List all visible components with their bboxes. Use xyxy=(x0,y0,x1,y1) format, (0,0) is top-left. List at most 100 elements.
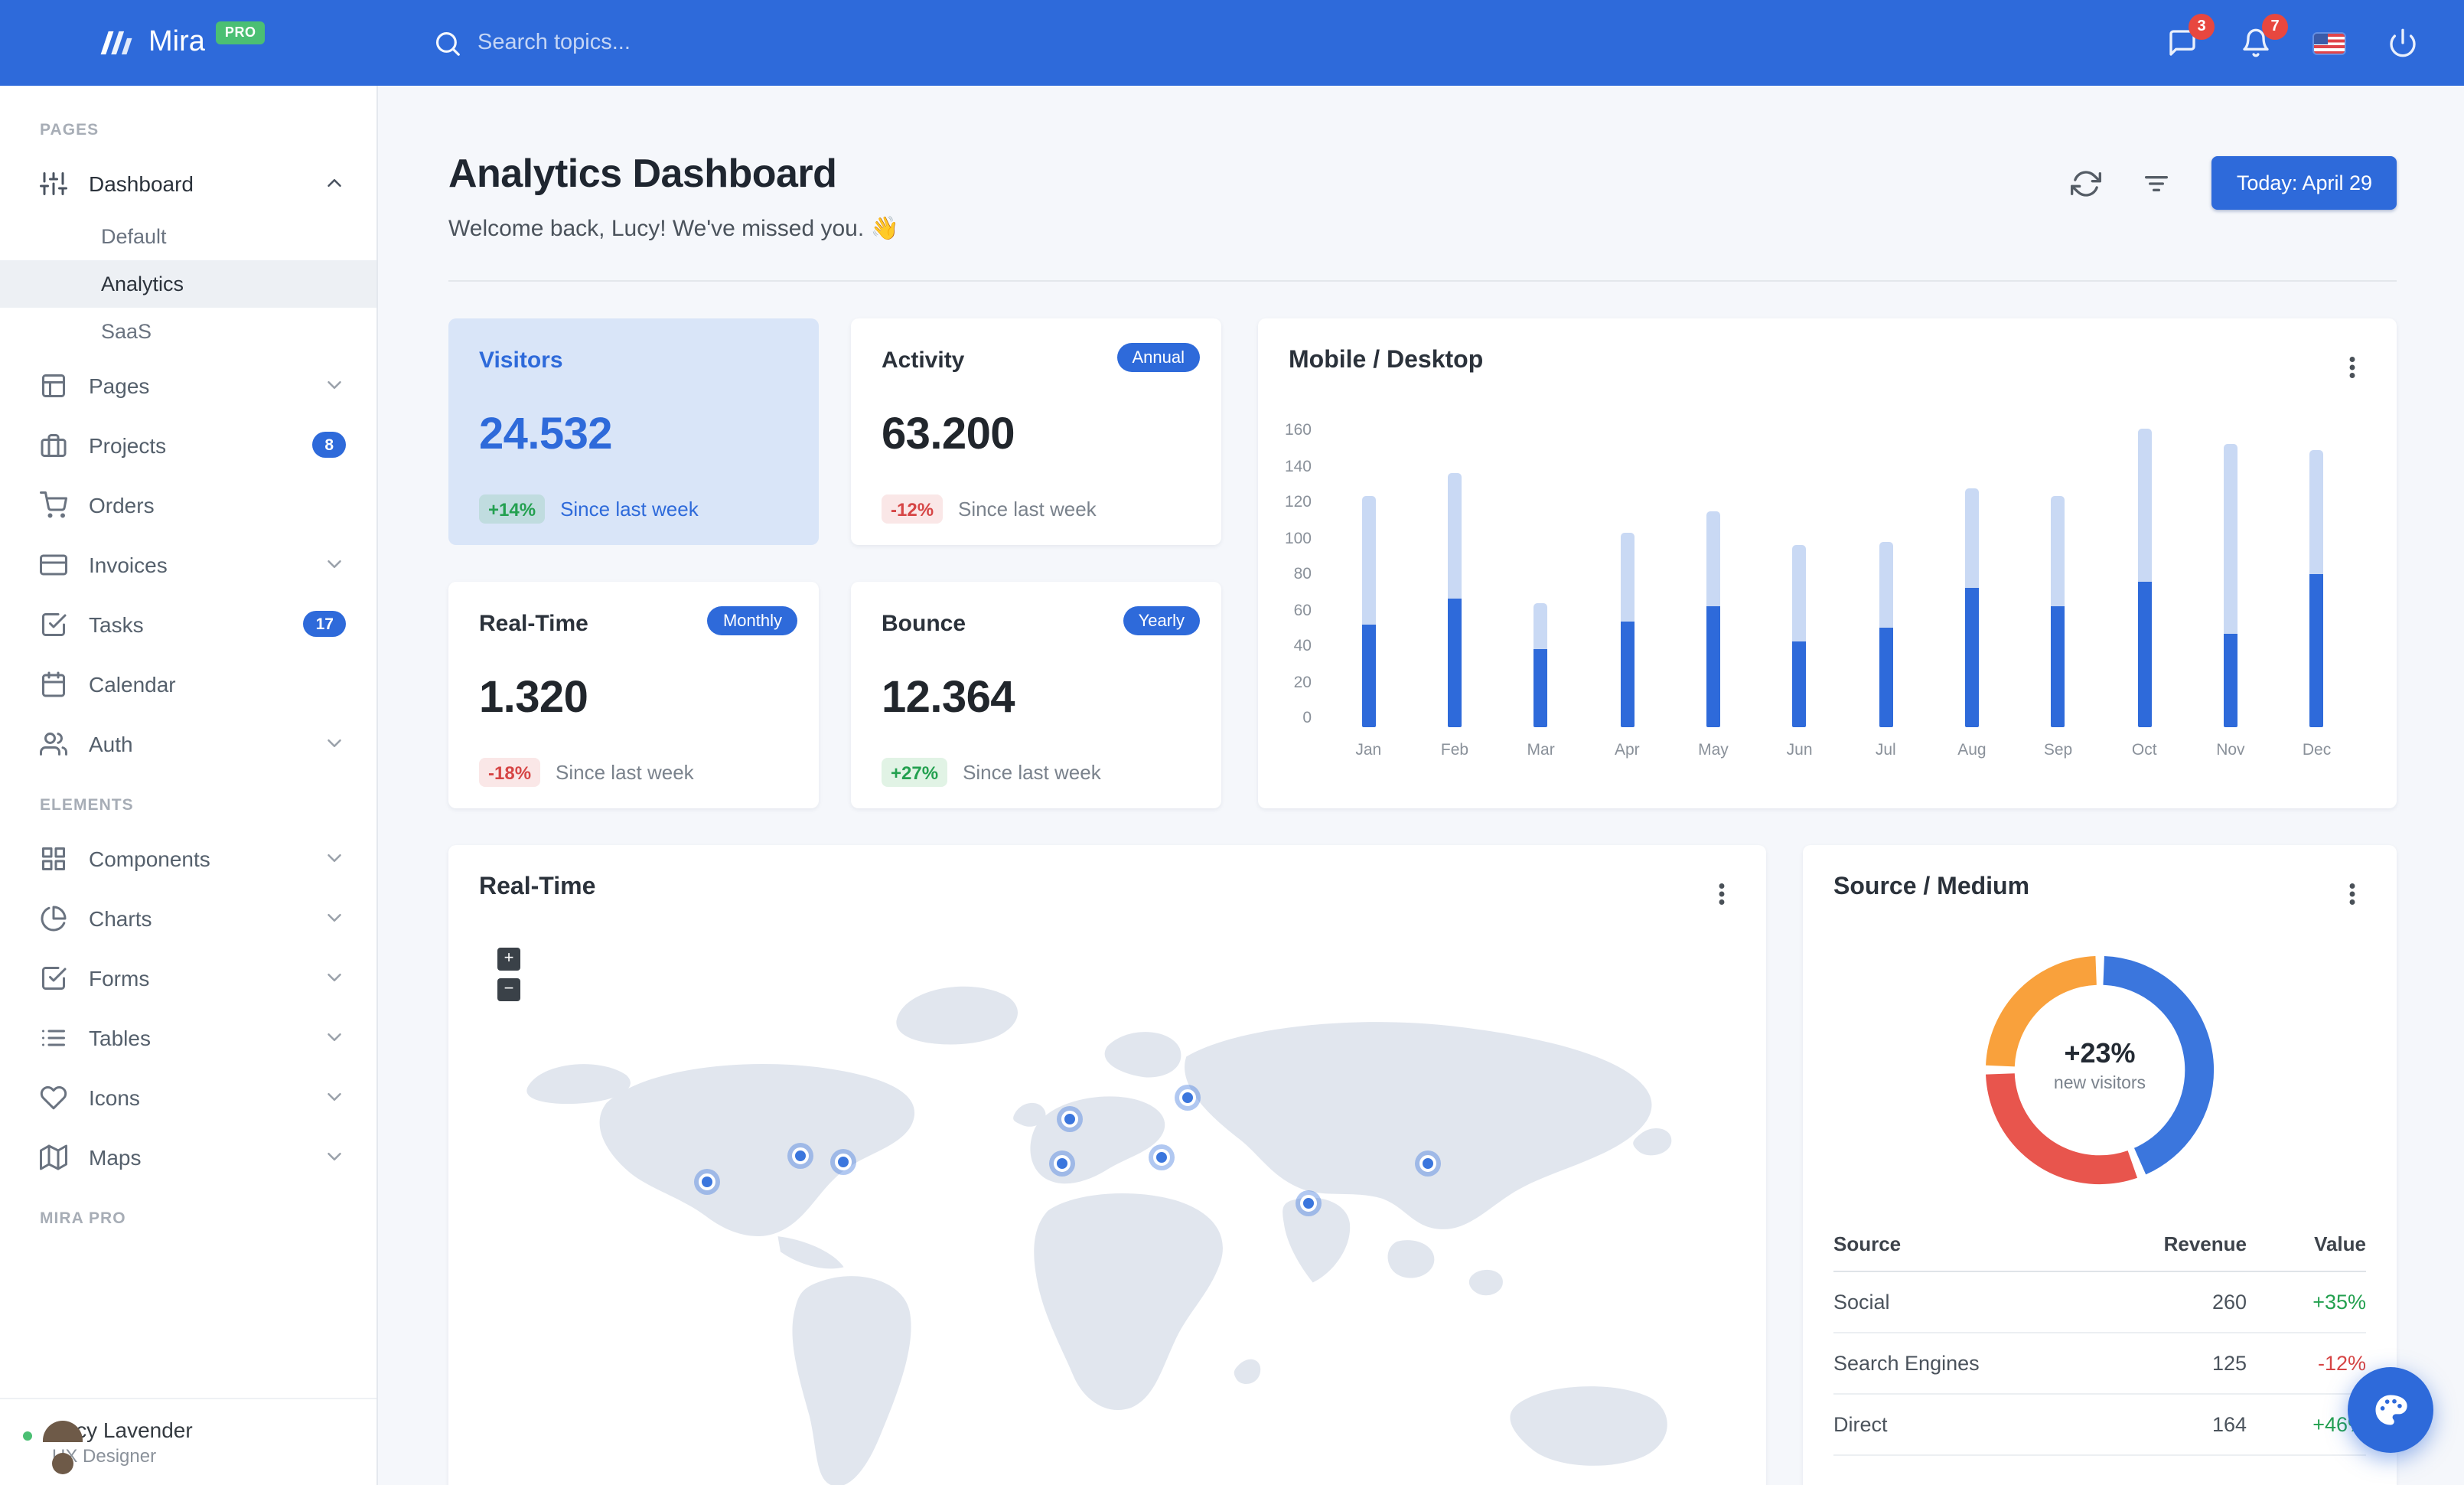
sidebar-count-badge: 8 xyxy=(312,432,346,458)
chevron-down-icon xyxy=(328,974,341,981)
bar-jan[interactable] xyxy=(1325,421,1412,727)
sidebar-item-pages[interactable]: Pages xyxy=(0,355,376,415)
filter-button[interactable] xyxy=(2136,162,2179,204)
us-flag-icon xyxy=(2314,33,2345,53)
sidebar-item-label: Icons xyxy=(89,1085,140,1109)
stat-delta-badge: +27% xyxy=(882,758,948,787)
stat-delta-badge: -18% xyxy=(479,758,541,787)
sidebar-item-maps[interactable]: Maps xyxy=(0,1127,376,1186)
sidebar-item-components[interactable]: Components xyxy=(0,828,376,888)
pie-chart-icon xyxy=(41,905,67,931)
zoom-in-button[interactable]: + xyxy=(497,948,520,971)
messages-button[interactable]: 3 xyxy=(2164,14,2215,61)
navbar-actions: 3 7 xyxy=(2164,14,2464,61)
zoom-out-button[interactable]: − xyxy=(497,978,520,1001)
map-menu-button[interactable] xyxy=(1702,874,1742,914)
sidebar-subitem-analytics[interactable]: Analytics xyxy=(0,260,376,308)
stat-period-badge[interactable]: Monthly xyxy=(707,606,797,635)
calendar-icon xyxy=(42,671,65,697)
language-flag-button[interactable] xyxy=(2311,30,2348,56)
logout-button[interactable] xyxy=(2384,24,2421,61)
chart-menu-button[interactable] xyxy=(2332,348,2372,387)
map-marker-india[interactable] xyxy=(1300,1194,1318,1212)
sidebar-item-auth[interactable]: Auth xyxy=(0,713,376,773)
bar-mar[interactable] xyxy=(1498,421,1584,727)
sidebar-item-invoices[interactable]: Invoices xyxy=(0,534,376,594)
bar-apr[interactable] xyxy=(1584,421,1670,727)
source-row-direct[interactable]: Direct 164 +46% xyxy=(1833,1394,2366,1456)
sidebar-item-forms[interactable]: Forms xyxy=(0,948,376,1007)
map-marker-northern-europe[interactable] xyxy=(1061,1110,1078,1128)
theme-settings-button[interactable] xyxy=(2348,1367,2433,1453)
stat-value: 24.532 xyxy=(479,410,613,459)
stat-card-visitors[interactable]: Visitors 24.532 +14% Since last week xyxy=(448,318,819,545)
search-input[interactable] xyxy=(477,31,845,55)
sidebar-item-orders[interactable]: Orders xyxy=(0,475,376,534)
stat-period-badge[interactable]: Annual xyxy=(1116,343,1200,372)
sidebar-item-charts[interactable]: Charts xyxy=(0,888,376,948)
pro-badge: PRO xyxy=(215,21,266,44)
map-marker-china[interactable] xyxy=(1419,1154,1436,1172)
sidebar-user[interactable]: Lucy Lavender UX Designer xyxy=(0,1398,376,1485)
map-marker-chicago[interactable] xyxy=(835,1153,852,1170)
sidebar-item-tables[interactable]: Tables xyxy=(0,1007,376,1067)
map-marker-san-francisco[interactable] xyxy=(698,1173,715,1191)
realtime-map-card: Real-Time + − xyxy=(448,845,1766,1485)
stat-value: 12.364 xyxy=(882,674,1015,723)
bar-dec[interactable] xyxy=(2273,421,2360,727)
x-tick-label: Dec xyxy=(2302,741,2332,759)
bar-feb[interactable] xyxy=(1412,421,1498,727)
source-name: Direct xyxy=(1833,1394,2106,1456)
bar-chart: 160 140 120 100 80 60 40 20 0 Jan Feb Mar Apr May Jun… xyxy=(1258,397,2397,808)
sidebar-item-calendar[interactable]: Calendar xyxy=(0,654,376,713)
bar-jul[interactable] xyxy=(1843,421,1929,727)
map-marker-eastern-europe[interactable] xyxy=(1152,1149,1170,1167)
date-range-button[interactable]: Today: April 29 xyxy=(2211,156,2397,210)
map-marker-russia[interactable] xyxy=(1179,1088,1197,1106)
source-row-social[interactable]: Social 260 +35% xyxy=(1833,1271,2366,1333)
sidebar-item-tasks[interactable]: Tasks 17 xyxy=(0,594,376,654)
map-marker-western-europe[interactable] xyxy=(1054,1154,1071,1172)
bar-may[interactable] xyxy=(1670,421,1757,727)
sidebar-item-dashboard[interactable]: Dashboard xyxy=(0,153,376,213)
bar-oct[interactable] xyxy=(2101,421,2188,727)
brand[interactable]: Mira PRO xyxy=(0,21,378,63)
source-value: +35% xyxy=(2247,1271,2366,1333)
stat-card-bounce[interactable]: Bounce Yearly 12.364 +27% Since last week xyxy=(851,582,1221,808)
source-row-search-engines[interactable]: Search Engines 125 -12% xyxy=(1833,1333,2366,1395)
bar-nov[interactable] xyxy=(2188,421,2274,727)
sliders-icon xyxy=(40,171,67,194)
sidebar-subitem-saas[interactable]: SaaS xyxy=(0,308,376,355)
sidebar-section-pages: PAGES xyxy=(40,121,99,139)
bar-jun[interactable] xyxy=(1756,421,1843,727)
sidebar-subitem-default[interactable]: Default xyxy=(0,213,376,260)
notifications-button[interactable]: 7 xyxy=(2237,14,2288,61)
sidebar-item-label: Orders xyxy=(89,492,155,517)
sidebar-item-label: Charts xyxy=(89,906,152,930)
bar-sep[interactable] xyxy=(2015,421,2101,727)
more-vertical-icon xyxy=(1719,883,1725,905)
source-menu-button[interactable] xyxy=(2332,874,2372,914)
mira-logo-icon xyxy=(100,31,132,55)
more-vertical-icon xyxy=(2349,357,2355,378)
refresh-button[interactable] xyxy=(2065,162,2108,204)
page-subtitle: Welcome back, Lucy! We've missed you. 👋 xyxy=(448,216,899,242)
stat-delta-badge: -12% xyxy=(882,494,944,524)
bar-segment-mobile xyxy=(1706,606,1720,727)
bar-segment-mobile xyxy=(2137,582,2152,727)
source-col-revenue: Revenue xyxy=(2106,1217,2247,1272)
stat-card-activity[interactable]: Activity Annual 63.200 -12% Since last week xyxy=(851,318,1221,545)
sidebar-item-projects[interactable]: Projects 8 xyxy=(0,415,376,475)
source-name: Social xyxy=(1833,1271,2106,1333)
stat-period-badge[interactable]: Yearly xyxy=(1123,606,1200,635)
bar-aug[interactable] xyxy=(1929,421,2016,727)
sidebar-count-badge: 17 xyxy=(303,611,346,637)
x-tick-label: Jun xyxy=(1786,741,1813,759)
sidebar-item-icons[interactable]: Icons xyxy=(0,1067,376,1127)
stat-card-real-time[interactable]: Real-Time Monthly 1.320 -18% Since last week xyxy=(448,582,819,808)
chevron-up-icon xyxy=(328,179,341,187)
bar-segment-mobile xyxy=(1361,624,1376,727)
bar-segment-mobile xyxy=(2051,606,2065,727)
notifications-count-badge: 7 xyxy=(2262,14,2288,40)
map-marker-denver[interactable] xyxy=(791,1147,809,1165)
